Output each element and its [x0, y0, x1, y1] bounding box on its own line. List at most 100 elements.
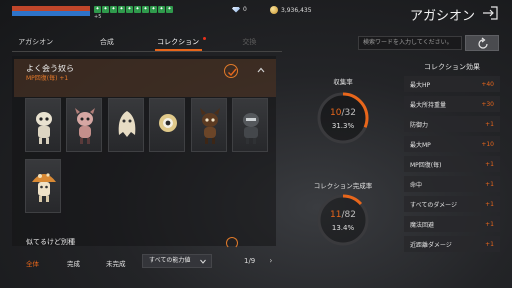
buff-icon[interactable]: ✦	[126, 6, 133, 13]
filter-all[interactable]: 全体	[26, 258, 39, 268]
agathion-card[interactable]	[191, 98, 227, 152]
effect-name: すべてのダメージ	[410, 201, 458, 209]
effect-name: MP回復(毎)	[410, 161, 442, 169]
complete-check-icon	[226, 237, 238, 249]
search-input[interactable]: 検索ワードを入力してください。	[358, 36, 462, 50]
refresh-icon	[478, 37, 488, 49]
agathion-card[interactable]	[149, 98, 185, 152]
tab-label: 合成	[99, 38, 114, 46]
tab-exchange[interactable]: 交換	[214, 34, 285, 50]
collection-group-bonus: MP回復(毎) +1	[26, 75, 69, 82]
buff-count: +5	[94, 14, 102, 20]
gem-counter: 0	[232, 6, 247, 13]
tab-label: 交換	[242, 38, 257, 46]
pagination: 1/9 ›	[230, 256, 272, 265]
effect-value: +30	[481, 100, 494, 108]
effect-name: 防御力	[410, 121, 429, 129]
ability-dropdown[interactable]: すべての能力値	[142, 254, 212, 268]
ability-dropdown-label: すべての能力値	[149, 257, 191, 264]
filter-incomplete[interactable]: 未完成	[106, 258, 126, 268]
tab-agathion[interactable]: アガシオン	[0, 34, 71, 50]
exit-icon[interactable]	[482, 6, 498, 20]
effect-row: 命中 +1	[404, 176, 500, 192]
tab-divider	[12, 51, 282, 52]
effects-title: コレクション効果	[424, 63, 480, 71]
collection-rate-percent: 31.3%	[331, 122, 355, 130]
completed-total: /82	[341, 210, 356, 220]
effect-value: +40	[481, 80, 494, 88]
buff-icon[interactable]: ✦	[118, 6, 125, 13]
completion-rate-percent: 13.4%	[331, 224, 355, 232]
effect-row: 防御力 +1	[404, 116, 500, 132]
filter-complete[interactable]: 完成	[67, 258, 80, 268]
collected-value: 10	[330, 108, 342, 118]
buff-icon[interactable]: ✦	[166, 6, 173, 13]
buff-icon[interactable]: ✦	[102, 6, 109, 13]
effect-name: 命中	[410, 181, 423, 189]
effect-row: 近距離ダメージ +1	[404, 236, 500, 252]
armored-agathion	[243, 113, 259, 144]
imp-agathion	[75, 108, 95, 144]
collection-rate-label: 収集率	[333, 78, 353, 86]
effect-value: +1	[485, 160, 494, 168]
tab-synthesis[interactable]: 合成	[71, 34, 142, 50]
buff-icon[interactable]: ✦	[134, 6, 141, 13]
diamond-icon	[232, 6, 240, 13]
brown-critter-agathion	[200, 108, 220, 144]
agathion-card[interactable]	[66, 98, 102, 152]
completed-count: 11/82	[315, 210, 371, 220]
effect-row: MP回復(毎) +1	[404, 156, 500, 172]
tab-bar: アガシオン 合成 コレクション 交換	[0, 34, 285, 51]
ghost-agathion	[118, 111, 136, 137]
effect-value: +1	[485, 180, 494, 188]
effect-name: 魔法回避	[410, 221, 435, 229]
buff-icon[interactable]: ✦	[94, 6, 101, 13]
effect-row: 最大MP +10	[404, 136, 500, 152]
buff-icon[interactable]: ✦	[158, 6, 165, 13]
tab-label: アガシオン	[18, 38, 54, 46]
next-page-icon[interactable]: ›	[269, 256, 272, 265]
effect-value: +1	[485, 120, 494, 128]
notification-dot	[202, 37, 206, 40]
page-indicator: 1/9	[244, 256, 256, 265]
coin-icon	[270, 6, 278, 14]
gold-counter: 3,936,435	[270, 6, 312, 14]
collection-group-title: 似てるけど別種	[26, 238, 75, 246]
effect-row: 最大所持重量 +30	[404, 96, 500, 112]
effect-value: +1	[485, 240, 494, 248]
buff-icons[interactable]: ✦ ✦ ✦ ✦ ✦ ✦ ✦ ✦ ✦ ✦	[94, 6, 173, 13]
buff-icon[interactable]: ✦	[142, 6, 149, 13]
agathion-card[interactable]	[25, 159, 61, 213]
completed-value: 11	[330, 210, 342, 220]
skeleton-agathion	[36, 112, 52, 144]
collection-rate-ring	[317, 92, 369, 144]
tab-collection[interactable]: コレクション	[143, 34, 214, 51]
effect-row: 最大HP +40	[404, 76, 500, 92]
complete-check-icon	[224, 64, 238, 78]
agathion-card[interactable]	[108, 98, 144, 152]
collected-count: 10/32	[315, 108, 371, 118]
collected-total: /32	[341, 108, 356, 118]
buff-icon[interactable]: ✦	[110, 6, 117, 13]
refresh-button[interactable]	[465, 35, 499, 51]
effect-value: +10	[481, 140, 494, 148]
buff-icon[interactable]: ✦	[150, 6, 157, 13]
effect-name: 最大MP	[410, 141, 431, 149]
effect-value: +1	[485, 220, 494, 228]
tab-label: コレクション	[157, 38, 200, 46]
mushroom-agathion	[32, 173, 56, 202]
completion-rate-ring	[317, 194, 369, 246]
effect-row: すべてのダメージ +1	[404, 196, 500, 212]
chevron-up-icon[interactable]	[257, 66, 265, 74]
gem-amount: 0	[243, 6, 247, 13]
mp-bar	[12, 11, 90, 16]
completion-rate-label: コレクション完成率	[313, 182, 373, 190]
effect-row: 魔法回避 +1	[404, 216, 500, 232]
agathion-card[interactable]	[232, 98, 268, 152]
gold-amount: 3,936,435	[281, 6, 312, 14]
effect-name: 最大HP	[410, 81, 431, 89]
agathion-card[interactable]	[25, 98, 61, 152]
eyeball-agathion	[159, 114, 177, 132]
page-title: アガシオン	[410, 9, 476, 24]
effects-list: 最大HP +40 最大所持重量 +30 防御力 +1 最大MP +10 MP回復(毎) +…	[404, 76, 500, 256]
